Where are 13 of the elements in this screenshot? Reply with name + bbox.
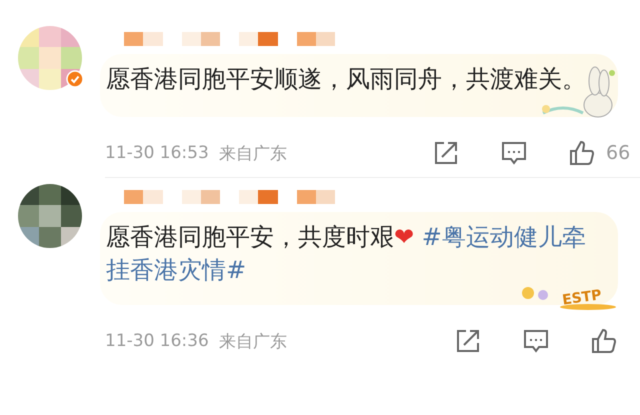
avatar[interactable] (18, 184, 82, 248)
comment-text: 愿香港同胞平安顺遂，风雨同舟，共渡难关。 (106, 64, 587, 95)
comment-location: 来自广东 (218, 142, 287, 164)
thumbs-up-icon[interactable] (568, 139, 596, 167)
share-icon[interactable] (432, 139, 460, 167)
comment-icon[interactable] (522, 327, 550, 355)
comment-location: 来自广东 (218, 330, 287, 352)
comment-time: 11-30 16:53 (105, 143, 209, 163)
thumbs-up-icon[interactable] (590, 327, 618, 355)
comment-time: 11-30 16:36 (105, 331, 209, 351)
share-icon[interactable] (454, 327, 482, 355)
comment-icon[interactable] (500, 139, 528, 167)
like-count: 66 (606, 142, 632, 164)
